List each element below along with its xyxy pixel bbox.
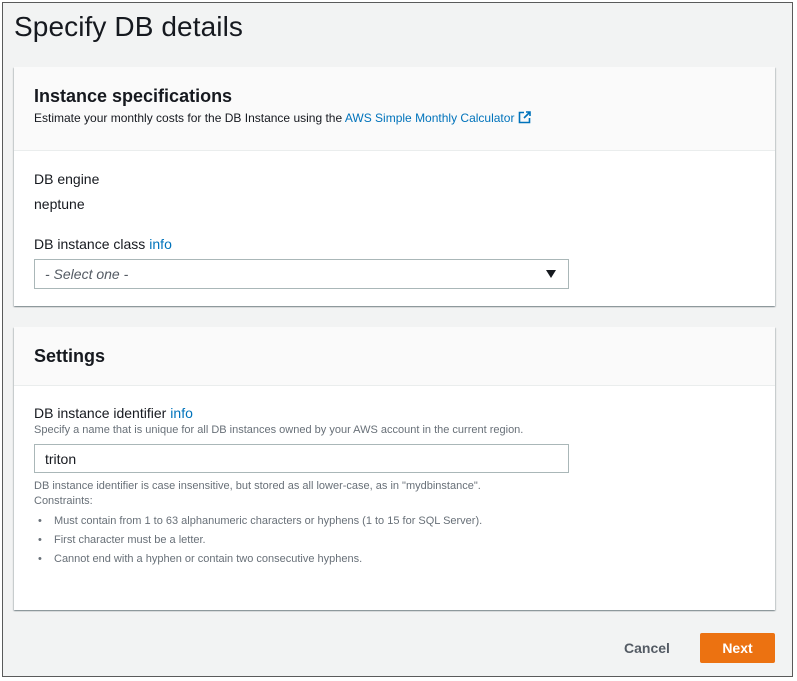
db-engine-value: neptune: [34, 196, 85, 212]
constraint-item: Cannot end with a hyphen or contain two …: [34, 550, 482, 569]
constraints-list: Must contain from 1 to 63 alphanumeric c…: [34, 512, 482, 569]
db-instance-class-select[interactable]: - Select one -: [34, 259, 569, 289]
page-title: Specify DB details: [14, 11, 244, 42]
calculator-link[interactable]: AWS Simple Monthly Calculator: [345, 111, 515, 125]
db-instance-identifier-info-link[interactable]: info: [170, 405, 193, 421]
panel-header: Settings: [14, 327, 775, 386]
db-instance-class-label-row: DB instance class info: [34, 236, 172, 254]
db-engine-label: DB engine: [34, 171, 100, 187]
instance-specifications-panel: Instance specifications Estimate your mo…: [14, 67, 775, 306]
settings-panel: Settings DB instance identifier info Spec…: [14, 327, 775, 610]
constraint-item: First character must be a letter.: [34, 531, 482, 550]
db-instance-class-selected-value: - Select one -: [45, 266, 129, 282]
db-instance-identifier-note: DB instance identifier is case insensiti…: [34, 480, 481, 492]
constraints-label: Constraints:: [34, 495, 93, 507]
db-instance-class-info-link[interactable]: info: [149, 236, 172, 252]
db-instance-class-label: DB instance class: [34, 236, 146, 252]
db-instance-identifier-input[interactable]: [34, 444, 569, 473]
page-frame: Specify DB details Instance specificatio…: [2, 2, 793, 677]
cancel-button[interactable]: Cancel: [607, 633, 687, 663]
db-instance-identifier-label-row: DB instance identifier info: [34, 405, 193, 423]
panel-header: Instance specifications Estimate your mo…: [14, 67, 775, 151]
db-instance-identifier-label: DB instance identifier: [34, 405, 167, 421]
instance-specifications-title: Instance specifications: [34, 86, 233, 106]
caret-down-icon: [546, 270, 556, 278]
description-text: Estimate your monthly costs for the DB I…: [34, 111, 345, 125]
constraint-item: Must contain from 1 to 63 alphanumeric c…: [34, 512, 482, 531]
external-link-icon[interactable]: [518, 111, 532, 127]
settings-title: Settings: [34, 346, 106, 366]
next-button[interactable]: Next: [700, 633, 775, 663]
instance-specifications-description: Estimate your monthly costs for the DB I…: [34, 111, 755, 127]
db-instance-identifier-help: Specify a name that is unique for all DB…: [34, 424, 524, 436]
